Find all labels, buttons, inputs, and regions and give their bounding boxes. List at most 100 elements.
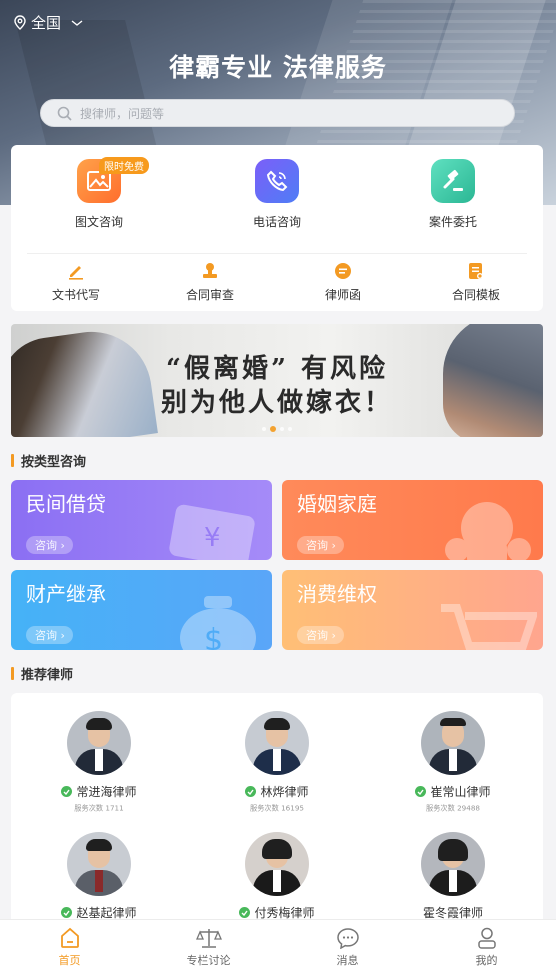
free-badge: 限时免费 bbox=[99, 157, 149, 174]
location-label: 全国 bbox=[31, 14, 62, 32]
tool-contract-template[interactable]: 合同模板 bbox=[421, 261, 531, 303]
lawyer-section-title: 推荐律师 bbox=[11, 664, 73, 683]
family-icon bbox=[445, 502, 531, 560]
lawyer-name-row: 林烨律师 bbox=[207, 783, 347, 800]
tab-profile[interactable]: 我的 bbox=[417, 920, 556, 971]
verified-icon bbox=[61, 907, 73, 918]
verified-icon bbox=[245, 786, 257, 797]
lawyer-stats: 服务次数 1711 bbox=[74, 804, 124, 813]
service-label: 图文咨询 bbox=[74, 215, 123, 229]
section-marker bbox=[11, 667, 14, 680]
document-icon bbox=[466, 261, 486, 281]
section-title-text: 按类型咨询 bbox=[21, 455, 87, 470]
tool-label: 合同模板 bbox=[451, 288, 500, 302]
tool-contract-review[interactable]: 合同审查 bbox=[155, 261, 265, 303]
category-name: 婚姻家庭 bbox=[297, 492, 377, 516]
service-image-consult[interactable]: 限时免费 图文咨询 bbox=[39, 157, 159, 230]
tool-lawyer-letter[interactable]: 律师函 bbox=[288, 261, 398, 303]
cart-icon bbox=[441, 604, 537, 650]
lawyer-list: 常进海律师 服务次数 1711 林烨律师 服务次数 16195 崔常山律师 服务… bbox=[11, 693, 543, 933]
lawyer-name-row: 崔常山律师 bbox=[383, 783, 523, 800]
section-marker bbox=[11, 454, 14, 467]
lawyer-name-row: 常进海律师 bbox=[29, 783, 169, 800]
lawyer-card[interactable]: 霍冬霞律师 bbox=[383, 832, 523, 921]
scales-icon bbox=[195, 929, 222, 948]
promo-banner[interactable]: “假离婚” 有风险 别为他人做嫁衣！ bbox=[11, 324, 543, 437]
tab-label: 消息 bbox=[336, 954, 359, 967]
lawyer-card[interactable]: 崔常山律师 服务次数 29488 bbox=[383, 711, 523, 814]
consult-button[interactable]: 咨询 › bbox=[297, 536, 344, 554]
carousel-dot[interactable] bbox=[280, 427, 284, 431]
bottom-tab-bar: 首页 专栏讨论 消息 我的 bbox=[0, 919, 556, 971]
tool-label: 律师函 bbox=[324, 288, 361, 302]
carousel-dot[interactable] bbox=[262, 427, 266, 431]
message-icon bbox=[336, 928, 359, 949]
verified-icon bbox=[61, 786, 73, 797]
banner-headline: “假离婚” 有风险 bbox=[166, 354, 388, 384]
service-label: 电话咨询 bbox=[252, 215, 301, 229]
profile-icon bbox=[477, 927, 496, 949]
verified-icon bbox=[415, 786, 427, 797]
category-section-title: 按类型咨询 bbox=[11, 451, 86, 470]
consult-button[interactable]: 咨询 › bbox=[26, 626, 73, 644]
category-marriage-family[interactable]: 婚姻家庭 咨询 › bbox=[282, 480, 543, 560]
carousel-dot-active[interactable] bbox=[270, 426, 276, 432]
service-card: 限时免费 图文咨询 电话咨询 案件委托 文书代写 合同审查 律师函 合同模板 bbox=[11, 145, 543, 311]
gavel-icon bbox=[431, 159, 475, 203]
lawyer-card[interactable]: 付秀梅律师 bbox=[207, 832, 347, 921]
carousel-dots[interactable] bbox=[11, 426, 543, 432]
consult-button[interactable]: 咨询 › bbox=[297, 626, 344, 644]
lawyer-stats: 服务次数 29488 bbox=[426, 804, 480, 813]
svg-text:$: $ bbox=[204, 623, 223, 650]
category-name: 民间借贷 bbox=[26, 492, 106, 516]
avatar bbox=[245, 711, 309, 775]
carousel-dot[interactable] bbox=[288, 427, 292, 431]
lawyer-card[interactable]: 赵基起律师 bbox=[29, 832, 169, 921]
card-divider bbox=[27, 253, 527, 254]
search-placeholder: 搜律师，问题等 bbox=[80, 106, 165, 121]
money-bag-icon: $ bbox=[180, 596, 256, 650]
stamp-icon bbox=[200, 261, 220, 281]
consult-button[interactable]: 咨询 › bbox=[26, 536, 73, 554]
location-selector[interactable]: 全国 bbox=[14, 12, 84, 33]
tab-home[interactable]: 首页 bbox=[0, 920, 139, 971]
section-title-text: 推荐律师 bbox=[21, 668, 74, 683]
service-case-entrust[interactable]: 案件委托 bbox=[393, 159, 513, 230]
search-input[interactable]: 搜律师，问题等 bbox=[40, 99, 515, 127]
letter-icon bbox=[333, 261, 353, 281]
service-label: 案件委托 bbox=[428, 215, 477, 229]
banner-subline: 别为他人做嫁衣！ bbox=[160, 388, 393, 418]
svg-text:¥: ¥ bbox=[204, 523, 221, 553]
tool-document-writing[interactable]: 文书代写 bbox=[21, 261, 131, 303]
money-card-icon: ¥ bbox=[169, 504, 255, 560]
tool-label: 文书代写 bbox=[51, 288, 100, 302]
location-pin-icon bbox=[14, 15, 26, 30]
category-private-lending[interactable]: 民间借贷 咨询 › ¥ bbox=[11, 480, 272, 560]
lawyer-card[interactable]: 常进海律师 服务次数 1711 bbox=[29, 711, 169, 814]
tab-label: 我的 bbox=[475, 954, 498, 967]
category-consumer-rights[interactable]: 消费维权 咨询 › bbox=[282, 570, 543, 650]
tab-column-discussion[interactable]: 专栏讨论 bbox=[139, 920, 278, 971]
category-name: 消费维权 bbox=[297, 582, 377, 606]
lawyer-name: 常进海律师 bbox=[76, 785, 137, 799]
lawyer-name: 崔常山律师 bbox=[430, 785, 491, 799]
category-name: 财产继承 bbox=[26, 582, 106, 606]
pen-icon bbox=[66, 261, 86, 281]
home-icon bbox=[60, 927, 79, 948]
search-icon bbox=[57, 106, 72, 121]
avatar bbox=[245, 832, 309, 896]
verified-icon bbox=[239, 907, 251, 918]
avatar bbox=[67, 711, 131, 775]
tool-label: 合同审查 bbox=[185, 288, 234, 302]
lawyer-card[interactable]: 林烨律师 服务次数 16195 bbox=[207, 711, 347, 814]
tab-messages[interactable]: 消息 bbox=[278, 920, 417, 971]
service-phone-consult[interactable]: 电话咨询 bbox=[217, 159, 337, 230]
avatar bbox=[67, 832, 131, 896]
page-slogan: 律霸专业 法律服务 bbox=[169, 53, 387, 82]
tab-label: 专栏讨论 bbox=[186, 954, 231, 967]
lawyer-stats: 服务次数 16195 bbox=[250, 804, 304, 813]
category-property-inheritance[interactable]: 财产继承 咨询 › $ bbox=[11, 570, 272, 650]
tab-label: 首页 bbox=[58, 954, 81, 967]
avatar bbox=[421, 711, 485, 775]
image-chat-icon: 限时免费 bbox=[77, 157, 149, 203]
